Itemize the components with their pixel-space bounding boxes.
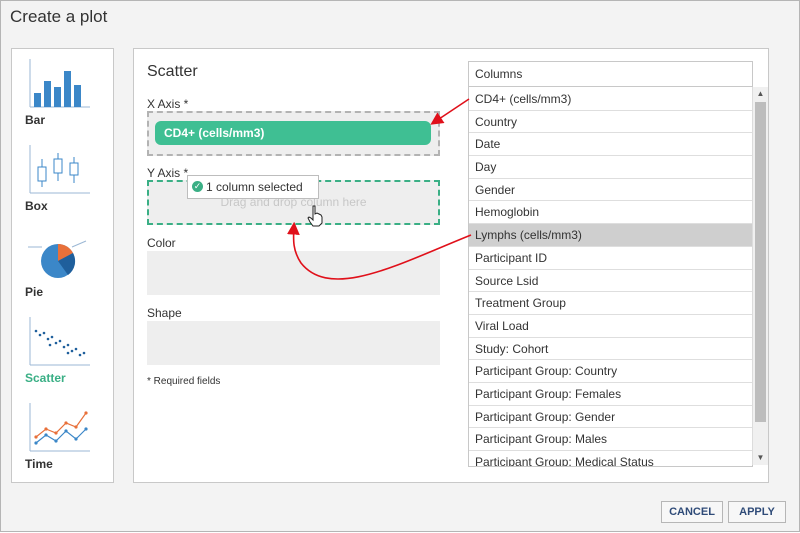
create-plot-dialog: Create a plot Bar Box Pie Scatter Time S…: [0, 0, 800, 532]
arrow-to-x-axis: [430, 98, 470, 125]
apply-button[interactable]: APPLY: [728, 501, 786, 523]
annotation-arrows: [287, 98, 472, 280]
hand-cursor-icon: [307, 205, 323, 227]
cancel-button[interactable]: CANCEL: [661, 501, 723, 523]
arrow-to-y-axis: [287, 221, 472, 280]
